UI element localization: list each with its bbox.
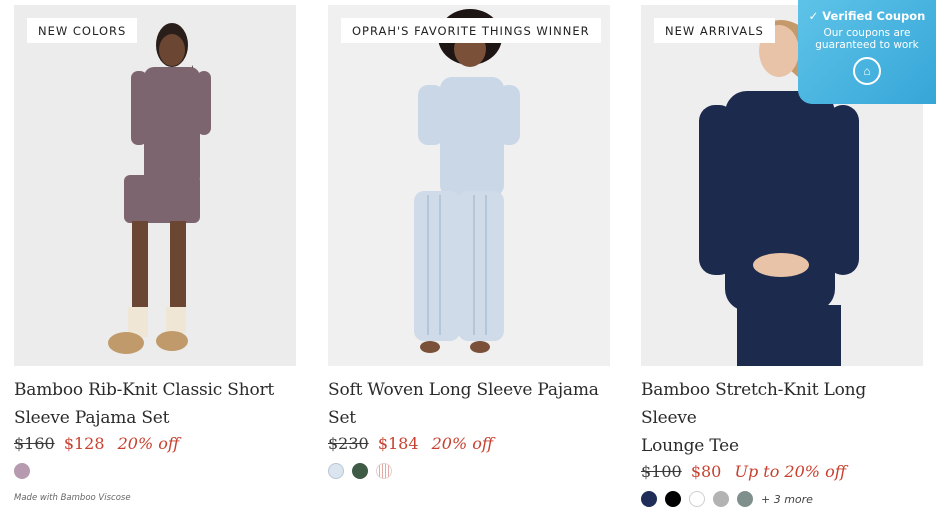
sale-price: $128 [63,434,105,453]
verified-coupon-widget[interactable]: ✓ Verified Coupon Our coupons are guaran… [798,0,936,104]
sale-price: $184 [377,434,419,453]
color-swatch[interactable] [376,463,392,479]
price-row: $100 $80 Up to 20% off [641,461,923,483]
product-badge: NEW ARRIVALS [654,18,775,43]
product-badge: OPRAH'S FAVORITE THINGS WINNER [341,18,601,43]
color-swatch[interactable] [641,491,657,507]
color-swatch[interactable] [665,491,681,507]
discount-label: 20% off [117,434,180,453]
color-swatch[interactable] [14,463,30,479]
original-price: $100 [641,462,682,481]
material-note: Made with Bamboo Viscose [14,493,131,503]
original-price: $230 [328,434,369,453]
price-row: $160 $128 20% off [14,433,296,455]
product-card[interactable]: NEW COLORS Bamboo Rib-Knit Classic Short… [14,5,296,481]
color-swatch[interactable] [328,463,344,479]
more-colors-link[interactable]: + 3 more [761,493,813,506]
coupon-brand-icon[interactable]: ⌂ [853,57,881,85]
color-swatches [328,461,610,481]
color-swatch[interactable] [737,491,753,507]
product-title[interactable]: Soft Woven Long Sleeve Pajama Set [328,376,610,432]
check-circle-icon: ✓ [808,9,819,23]
discount-label: 20% off [431,434,494,453]
color-swatches: + 3 more [641,489,923,509]
product-image[interactable]: OPRAH'S FAVORITE THINGS WINNER [328,5,610,366]
model-photo [108,23,211,354]
color-swatch[interactable] [689,491,705,507]
price-row: $230 $184 20% off [328,433,610,455]
product-image[interactable]: NEW COLORS [14,5,296,366]
sale-price: $80 [690,462,722,481]
product-card[interactable]: OPRAH'S FAVORITE THINGS WINNER Soft Wove… [328,5,610,481]
color-swatch[interactable] [352,463,368,479]
color-swatch[interactable] [713,491,729,507]
product-title[interactable]: Bamboo Stretch-Knit Long Sleeve Lounge T… [641,376,923,460]
product-badge: NEW COLORS [27,18,138,43]
product-title[interactable]: Bamboo Rib-Knit Classic Short Sleeve Paj… [14,376,296,432]
discount-label: Up to 20% off [734,462,847,481]
color-swatches [14,461,296,481]
coupon-subtext: Our coupons are guaranteed to work [815,27,919,51]
model-photo [414,9,520,353]
coupon-heading: ✓ Verified Coupon [808,9,926,23]
original-price: $160 [14,434,55,453]
